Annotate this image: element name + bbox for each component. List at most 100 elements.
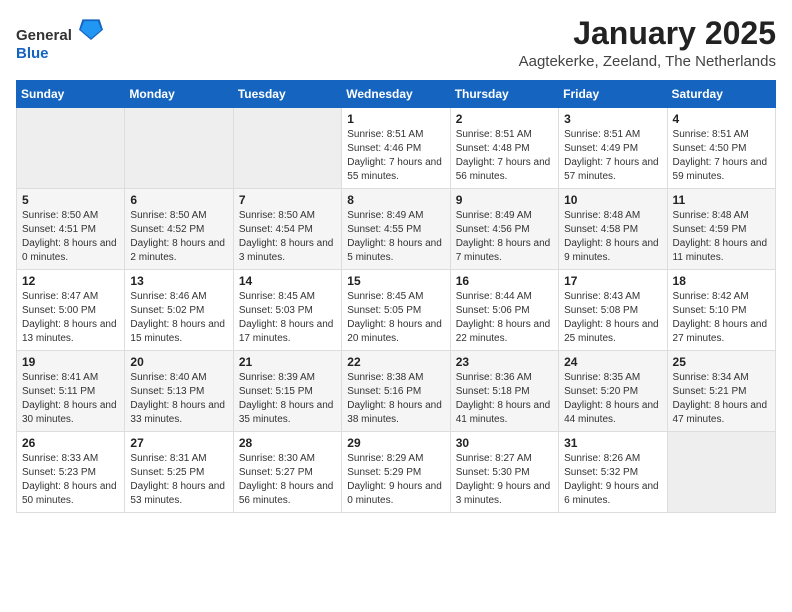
- day-info: Sunrise: 8:39 AM Sunset: 5:15 PM Dayligh…: [239, 371, 336, 427]
- calendar-cell: 17 Sunrise: 8:43 AM Sunset: 5:08 PM Dayli…: [559, 270, 667, 351]
- calendar-cell: 19Sunrise: 8:41 AM Sunset: 5:11 PM Dayli…: [17, 351, 125, 432]
- day-info: Sunrise: 8:48 AM Sunset: 4:59 PM Dayligh…: [673, 209, 770, 265]
- calendar-cell: 21Sunrise: 8:39 AM Sunset: 5:15 PM Dayli…: [233, 351, 341, 432]
- day-info: Sunrise: 8:48 AM Sunset: 4:58 PM Dayligh…: [564, 209, 661, 265]
- day-info: Sunrise: 8:31 AM Sunset: 5:25 PM Dayligh…: [130, 452, 227, 508]
- day-number: 24: [564, 355, 661, 369]
- day-of-week-header: Monday: [125, 81, 233, 108]
- logo: General Blue: [16, 16, 103, 63]
- day-info: Sunrise: 8:38 AM Sunset: 5:16 PM Dayligh…: [347, 371, 444, 427]
- day-info: Sunrise: 8:29 AM Sunset: 5:29 PM Dayligh…: [347, 452, 444, 508]
- day-info: Sunrise: 8:45 AM Sunset: 5:03 PM Dayligh…: [239, 290, 336, 346]
- calendar-week-row: 5Sunrise: 8:50 AM Sunset: 4:51 PM Daylig…: [17, 189, 776, 270]
- day-number: 30: [456, 436, 553, 450]
- calendar-cell: 16 Sunrise: 8:44 AM Sunset: 5:06 PM Dayli…: [450, 270, 558, 351]
- day-number: 25: [673, 355, 770, 369]
- day-number: 19: [22, 355, 119, 369]
- day-info: Sunrise: 8:42 AM Sunset: 5:10 PM Dayligh…: [673, 290, 770, 346]
- day-info: Sunrise: 8:51 AM Sunset: 4:48 PM Dayligh…: [456, 128, 553, 184]
- logo-general: General: [16, 27, 72, 44]
- day-number: 9: [456, 193, 553, 207]
- day-info: Sunrise: 8:50 AM Sunset: 4:51 PM Dayligh…: [22, 209, 119, 265]
- day-number: 29: [347, 436, 444, 450]
- calendar-week-row: 1 Sunrise: 8:51 AM Sunset: 4:46 PM Daylig…: [17, 108, 776, 189]
- day-info: Sunrise: 8:50 AM Sunset: 4:54 PM Dayligh…: [239, 209, 336, 265]
- main-title: January 2025: [519, 16, 776, 51]
- day-info: Sunrise: 8:46 AM Sunset: 5:02 PM Dayligh…: [130, 290, 227, 346]
- calendar-cell: 6 Sunrise: 8:50 AM Sunset: 4:52 PM Daylig…: [125, 189, 233, 270]
- day-of-week-header: Wednesday: [342, 81, 450, 108]
- calendar-cell: 14 Sunrise: 8:45 AM Sunset: 5:03 PM Dayli…: [233, 270, 341, 351]
- logo-icon: [79, 16, 103, 40]
- calendar-cell: 4Sunrise: 8:51 AM Sunset: 4:50 PM Daylig…: [667, 108, 775, 189]
- calendar-cell: [125, 108, 233, 189]
- calendar-cell: 12 Sunrise: 8:47 AM Sunset: 5:00 PM Dayli…: [17, 270, 125, 351]
- day-number: 2: [456, 112, 553, 126]
- calendar-table: SundayMondayTuesdayWednesdayThursdayFrid…: [16, 80, 776, 513]
- day-number: 22: [347, 355, 444, 369]
- day-info: Sunrise: 8:50 AM Sunset: 4:52 PM Dayligh…: [130, 209, 227, 265]
- day-info: Sunrise: 8:34 AM Sunset: 5:21 PM Dayligh…: [673, 371, 770, 427]
- day-number: 18: [673, 274, 770, 288]
- day-number: 7: [239, 193, 336, 207]
- calendar-cell: 5Sunrise: 8:50 AM Sunset: 4:51 PM Daylig…: [17, 189, 125, 270]
- calendar-cell: 30Sunrise: 8:27 AM Sunset: 5:30 PM Dayli…: [450, 432, 558, 513]
- day-of-week-header: Friday: [559, 81, 667, 108]
- day-number: 13: [130, 274, 227, 288]
- day-info: Sunrise: 8:49 AM Sunset: 4:55 PM Dayligh…: [347, 209, 444, 265]
- calendar-cell: 15Sunrise: 8:45 AM Sunset: 5:05 PM Dayli…: [342, 270, 450, 351]
- calendar-cell: 26 Sunrise: 8:33 AM Sunset: 5:23 PM Dayli…: [17, 432, 125, 513]
- calendar-cell: [667, 432, 775, 513]
- day-info: Sunrise: 8:33 AM Sunset: 5:23 PM Dayligh…: [22, 452, 119, 508]
- day-number: 17: [564, 274, 661, 288]
- day-number: 10: [564, 193, 661, 207]
- calendar-cell: 13 Sunrise: 8:46 AM Sunset: 5:02 PM Dayli…: [125, 270, 233, 351]
- calendar-cell: [17, 108, 125, 189]
- day-number: 8: [347, 193, 444, 207]
- calendar-cell: 28 Sunrise: 8:30 AM Sunset: 5:27 PM Dayli…: [233, 432, 341, 513]
- calendar-cell: 20Sunrise: 8:40 AM Sunset: 5:13 PM Dayli…: [125, 351, 233, 432]
- calendar-week-row: 19Sunrise: 8:41 AM Sunset: 5:11 PM Dayli…: [17, 351, 776, 432]
- subtitle: Aagtekerke, Zeeland, The Netherlands: [519, 53, 776, 70]
- day-number: 31: [564, 436, 661, 450]
- day-number: 28: [239, 436, 336, 450]
- day-info: Sunrise: 8:51 AM Sunset: 4:50 PM Dayligh…: [673, 128, 770, 184]
- day-of-week-header: Thursday: [450, 81, 558, 108]
- day-info: Sunrise: 8:30 AM Sunset: 5:27 PM Dayligh…: [239, 452, 336, 508]
- calendar-cell: 1 Sunrise: 8:51 AM Sunset: 4:46 PM Daylig…: [342, 108, 450, 189]
- day-number: 1: [347, 112, 444, 126]
- calendar-cell: 8 Sunrise: 8:49 AM Sunset: 4:55 PM Daylig…: [342, 189, 450, 270]
- calendar-cell: 9 Sunrise: 8:49 AM Sunset: 4:56 PM Daylig…: [450, 189, 558, 270]
- calendar-cell: 29 Sunrise: 8:29 AM Sunset: 5:29 PM Dayli…: [342, 432, 450, 513]
- day-info: Sunrise: 8:51 AM Sunset: 4:46 PM Dayligh…: [347, 128, 444, 184]
- calendar-cell: 25 Sunrise: 8:34 AM Sunset: 5:21 PM Dayli…: [667, 351, 775, 432]
- day-number: 16: [456, 274, 553, 288]
- day-info: Sunrise: 8:43 AM Sunset: 5:08 PM Dayligh…: [564, 290, 661, 346]
- day-number: 14: [239, 274, 336, 288]
- calendar-cell: 10 Sunrise: 8:48 AM Sunset: 4:58 PM Dayli…: [559, 189, 667, 270]
- day-of-week-header: Sunday: [17, 81, 125, 108]
- day-info: Sunrise: 8:40 AM Sunset: 5:13 PM Dayligh…: [130, 371, 227, 427]
- day-info: Sunrise: 8:45 AM Sunset: 5:05 PM Dayligh…: [347, 290, 444, 346]
- day-number: 23: [456, 355, 553, 369]
- header: General Blue January 2025 Aagtekerke, Ze…: [16, 16, 776, 70]
- day-of-week-header: Tuesday: [233, 81, 341, 108]
- calendar-cell: 31Sunrise: 8:26 AM Sunset: 5:32 PM Dayli…: [559, 432, 667, 513]
- day-info: Sunrise: 8:35 AM Sunset: 5:20 PM Dayligh…: [564, 371, 661, 427]
- day-number: 12: [22, 274, 119, 288]
- calendar-header-row: SundayMondayTuesdayWednesdayThursdayFrid…: [17, 81, 776, 108]
- day-info: Sunrise: 8:44 AM Sunset: 5:06 PM Dayligh…: [456, 290, 553, 346]
- calendar-cell: 2 Sunrise: 8:51 AM Sunset: 4:48 PM Daylig…: [450, 108, 558, 189]
- day-info: Sunrise: 8:36 AM Sunset: 5:18 PM Dayligh…: [456, 371, 553, 427]
- day-number: 26: [22, 436, 119, 450]
- calendar-cell: 24 Sunrise: 8:35 AM Sunset: 5:20 PM Dayli…: [559, 351, 667, 432]
- day-number: 27: [130, 436, 227, 450]
- day-number: 6: [130, 193, 227, 207]
- calendar-cell: 11Sunrise: 8:48 AM Sunset: 4:59 PM Dayli…: [667, 189, 775, 270]
- day-info: Sunrise: 8:47 AM Sunset: 5:00 PM Dayligh…: [22, 290, 119, 346]
- calendar-cell: [233, 108, 341, 189]
- day-info: Sunrise: 8:49 AM Sunset: 4:56 PM Dayligh…: [456, 209, 553, 265]
- day-number: 3: [564, 112, 661, 126]
- logo-blue: Blue: [16, 45, 49, 62]
- title-area: January 2025 Aagtekerke, Zeeland, The Ne…: [519, 16, 776, 70]
